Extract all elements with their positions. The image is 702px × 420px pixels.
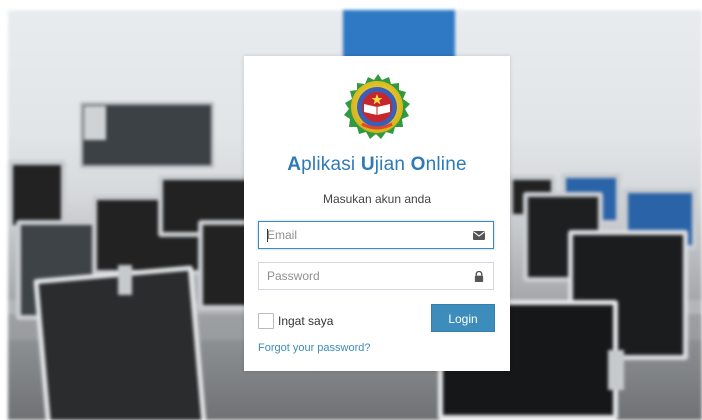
school-logo (344, 74, 410, 139)
forgot-password-link[interactable]: Forgot your password? (258, 342, 371, 354)
text-caret (267, 229, 268, 242)
remember-checkbox[interactable] (258, 313, 274, 329)
remember-me[interactable]: Ingat saya (258, 312, 333, 330)
password-field-wrapper (258, 262, 494, 290)
app-title: Aplikasi Ujian Online (287, 154, 467, 175)
email-input[interactable] (267, 222, 467, 248)
remember-label: Ingat saya (278, 314, 334, 328)
envelope-icon (473, 231, 485, 240)
lock-icon (474, 271, 484, 282)
login-button[interactable]: Login (431, 304, 495, 332)
login-subtitle: Masukan akun anda (322, 192, 432, 206)
password-input[interactable] (267, 263, 467, 289)
email-field-wrapper (258, 221, 494, 249)
login-box: Aplikasi Ujian Online Masukan akun anda … (244, 56, 510, 371)
